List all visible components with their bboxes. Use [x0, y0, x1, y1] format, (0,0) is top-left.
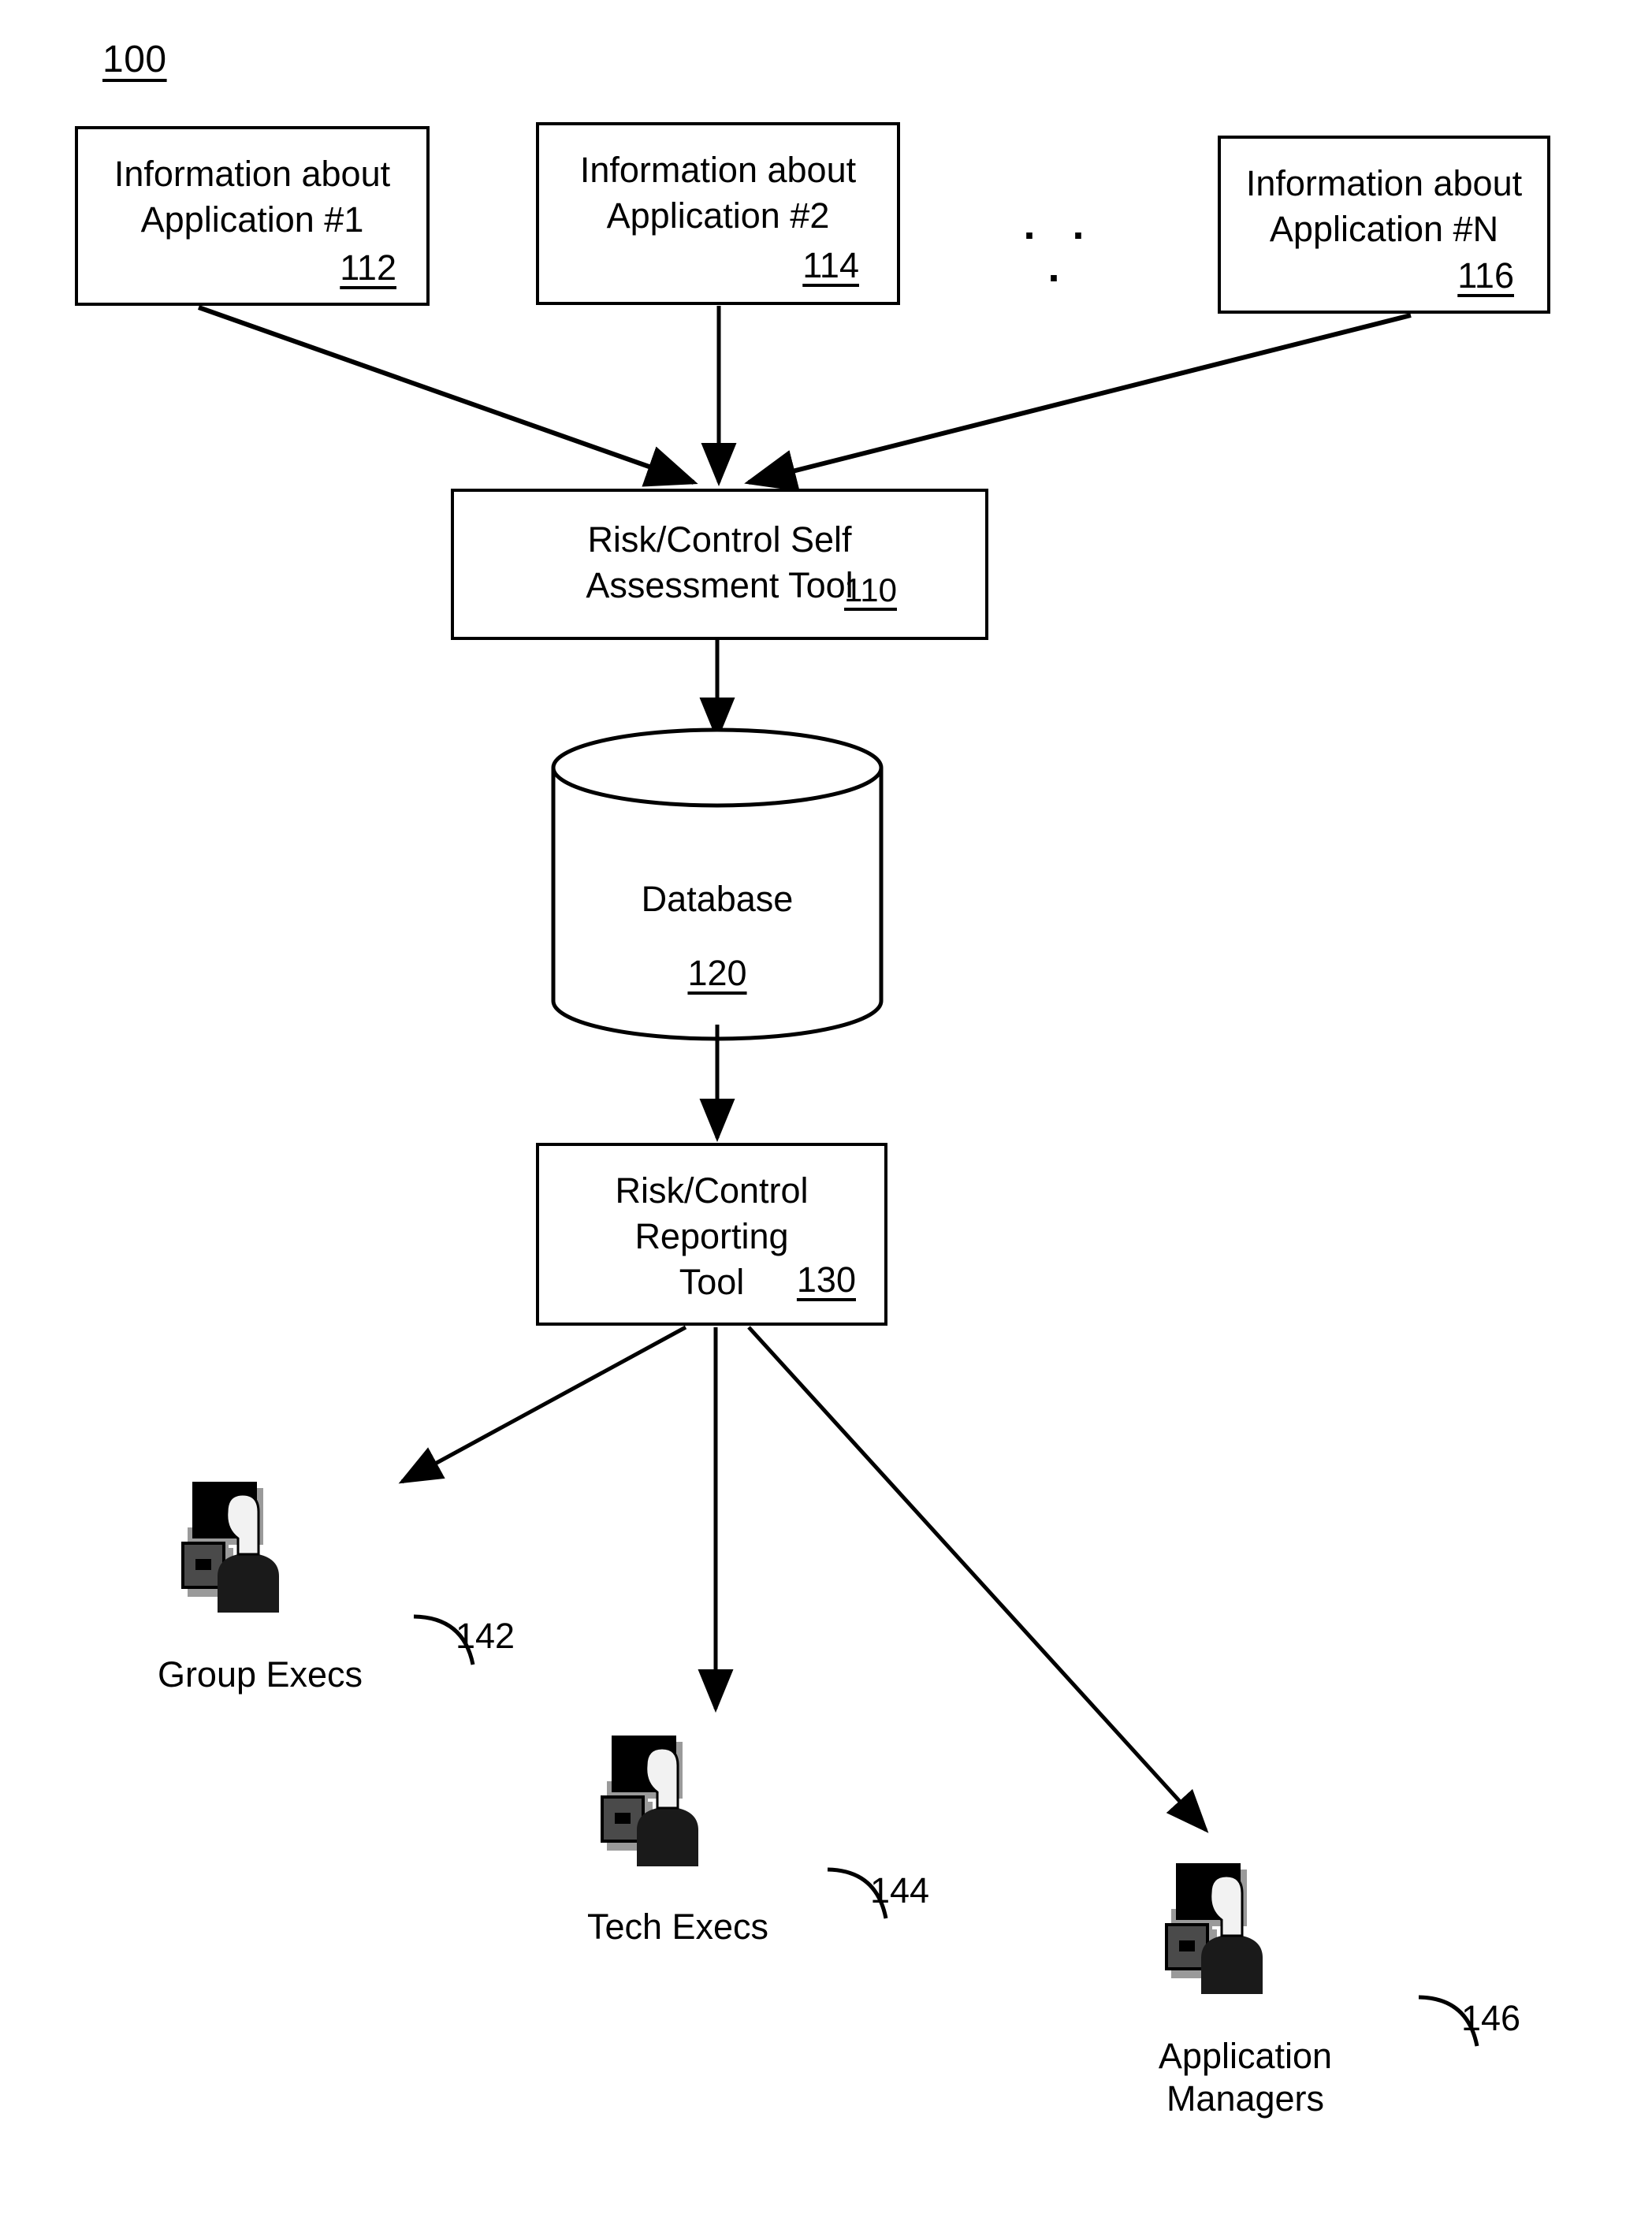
arrow-app1-to-tool [198, 305, 698, 487]
patent-figure-1: 100 Information about Application #1 112… [0, 0, 1652, 2236]
reference-numeral-146: 146 [1461, 1998, 1521, 2038]
actor-label-group-execs: Group Execs [157, 1654, 363, 1695]
reference-numeral-120: 120 [550, 955, 884, 991]
risk-control-self-assessment-tool-text: Risk/Control Self Assessment Tool [586, 519, 854, 605]
input-box-application-n: Information about Application #N 116 [1218, 136, 1550, 314]
user-workstation-icon [181, 1482, 279, 1613]
ellipsis-indicator: . . . [1023, 201, 1097, 291]
reference-numeral-144: 144 [870, 1870, 930, 1910]
risk-control-self-assessment-tool-box: Risk/Control Self Assessment Tool 110 [451, 489, 988, 640]
figure-number: 100 [102, 39, 167, 80]
reference-numeral-114: 114 [802, 245, 859, 285]
reference-numeral-116: 116 [1457, 255, 1514, 296]
arrow-reporting-to-app-managers [747, 1326, 1209, 1833]
database-label: Database [641, 879, 794, 919]
arrow-appn-to-tool [744, 313, 1412, 492]
input-box-application-n-text: Information about Application #N [1245, 163, 1523, 249]
reference-numeral-110: 110 [844, 571, 897, 608]
arrow-reporting-to-group-execs [398, 1325, 687, 1484]
reference-numeral-142: 142 [456, 1616, 515, 1656]
user-workstation-icon [601, 1736, 698, 1866]
input-box-application-2-text: Information about Application #2 [579, 150, 857, 236]
actor-label-tech-execs: Tech Execs [586, 1907, 769, 1947]
reference-numeral-130: 130 [796, 1259, 856, 1300]
user-workstation-icon [1165, 1863, 1263, 1994]
input-box-application-1: Information about Application #1 112 [75, 126, 430, 306]
actor-label-application-managers: Application Managers [1158, 2036, 1333, 2119]
input-box-application-2: Information about Application #2 114 [536, 122, 900, 305]
connector-layer [198, 305, 1479, 2047]
input-box-application-1-text: Information about Application #1 [113, 154, 391, 240]
reference-numeral-112: 112 [340, 247, 396, 288]
reference-numeral-120-value: 120 [687, 953, 747, 993]
risk-control-reporting-tool-box: Risk/Control Reporting Tool 130 [536, 1143, 887, 1326]
